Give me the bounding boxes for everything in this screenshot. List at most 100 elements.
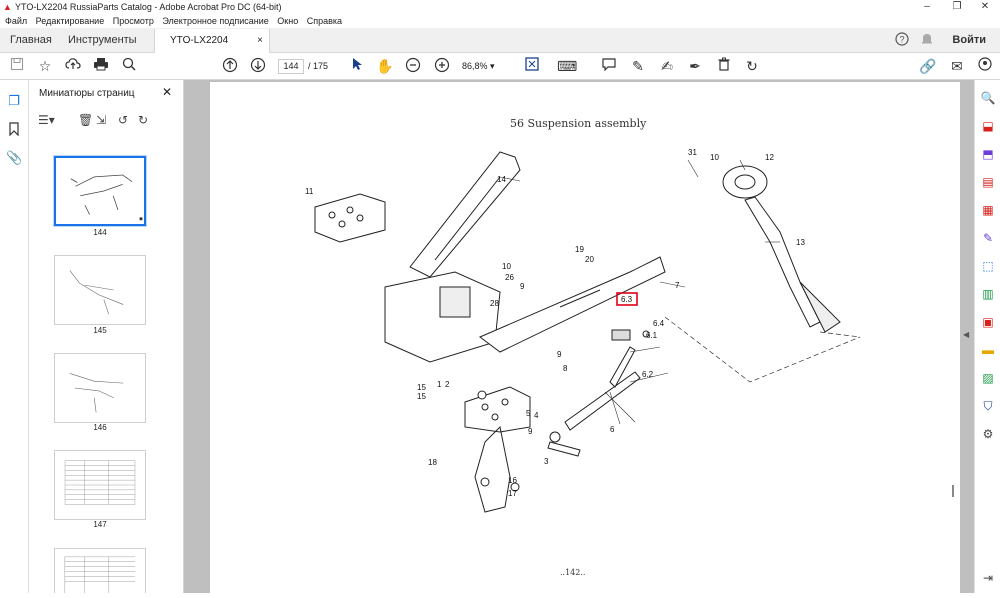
- page-footer-number: ..142..: [560, 568, 586, 577]
- select-cursor-icon[interactable]: [348, 57, 366, 75]
- login-link[interactable]: Войти: [952, 34, 986, 46]
- rotate-right-icon[interactable]: ↻: [138, 113, 148, 127]
- expand-right-panel-icon[interactable]: ◀: [963, 330, 969, 339]
- bookmark-star-icon[interactable]: ☆: [36, 57, 54, 75]
- delete-page-icon[interactable]: 🗑: [78, 113, 93, 127]
- menu-help[interactable]: Справка: [307, 16, 342, 26]
- highlight-pen-icon[interactable]: ✎: [629, 57, 647, 75]
- page-total: / 175: [308, 61, 329, 71]
- attachments-paperclip-icon[interactable]: 📎: [6, 150, 22, 166]
- draw-signature-icon[interactable]: ✍: [658, 57, 676, 75]
- restore-button[interactable]: ❐: [942, 0, 972, 14]
- page-thumbnail-144[interactable]: [54, 156, 146, 226]
- comment-right-icon[interactable]: ▬: [980, 342, 996, 358]
- upper-link-part: [409, 151, 521, 278]
- page-number-input[interactable]: 144: [278, 59, 304, 74]
- tab-home[interactable]: Главная: [10, 34, 52, 46]
- acrobat-icon: ▲: [3, 2, 12, 12]
- email-icon[interactable]: ✉: [948, 57, 966, 75]
- protect-shield-icon[interactable]: ⛉: [980, 398, 996, 414]
- keyboard-read-icon[interactable]: ⌨: [557, 57, 577, 75]
- pdf-page: 56 Suspension assembly 14 11 31 10 12 13…: [210, 82, 960, 593]
- compress-pdf-icon[interactable]: ▣: [980, 314, 996, 330]
- right-tool-strip: 🔍 ⬓ ⬒ ▤ ▦ ✎ ⬚ ▥ ▣ ▬ ▨ ⛉ ⚙ ⇥: [974, 80, 1000, 593]
- menu-edit[interactable]: Редактирование: [36, 16, 105, 26]
- callout-13: 13: [796, 238, 805, 247]
- menu-window[interactable]: Окно: [277, 16, 298, 26]
- bookmarks-icon[interactable]: [6, 122, 22, 138]
- rotate-icon[interactable]: ↻: [743, 57, 761, 75]
- thumbnail-label: 147: [93, 520, 107, 529]
- previous-page-icon[interactable]: [221, 57, 239, 75]
- zoom-value: 86,8%: [462, 61, 488, 71]
- zoom-level-dropdown[interactable]: 86,8% ▾: [462, 59, 510, 74]
- callout-17: 14: [497, 175, 506, 184]
- thumbnail-toolbar: ☰▾ 🗑 ⇲ ↺ ↻: [38, 113, 178, 131]
- fit-page-icon[interactable]: [523, 57, 541, 75]
- bracket-part: [314, 193, 386, 243]
- vertical-scrollbar[interactable]: [952, 485, 954, 497]
- callout-28: 28: [490, 299, 499, 308]
- page-thumbnail-145[interactable]: [54, 255, 146, 325]
- print-production-icon[interactable]: ▨: [980, 370, 996, 386]
- callout-3: 3: [544, 457, 549, 466]
- extract-page-icon[interactable]: ⇲: [96, 113, 106, 127]
- page-thumbnails-icon[interactable]: ❐: [6, 93, 22, 109]
- thumbnail-options-icon[interactable]: ☰▾: [38, 113, 55, 127]
- thumbnail-diagram-preview: [70, 174, 143, 221]
- tab-close-icon[interactable]: ×: [257, 29, 263, 52]
- zoom-in-icon[interactable]: [433, 57, 451, 75]
- tab-document[interactable]: YTO-LX2204 Russia... ×: [154, 29, 270, 69]
- fill-sign-icon[interactable]: ✒: [686, 57, 704, 75]
- callout-20: 20: [585, 255, 594, 264]
- menu-e-sign[interactable]: Электронное подписание: [162, 16, 268, 26]
- menu-file[interactable]: Файл: [5, 16, 27, 26]
- tab-tools[interactable]: Инструменты: [68, 34, 137, 46]
- document-viewer[interactable]: 56 Suspension assembly 14 11 31 10 12 13…: [184, 80, 974, 593]
- search-zoom-icon[interactable]: [120, 57, 138, 75]
- thumbnails-panel: Миниатюры страниц ✕ ☰▾ 🗑 ⇲ ↺ ↻ 144 145 1…: [30, 80, 184, 593]
- combine-files-icon[interactable]: ▥: [980, 286, 996, 302]
- suspension-assembly-diagram: 14 11 31 10 12 13 10 26 19 20 9 7 28 1 9…: [305, 148, 861, 513]
- edit-pdf-icon[interactable]: ▦: [980, 202, 996, 218]
- page-thumbnail-146[interactable]: [54, 353, 146, 423]
- thumbnail-label: 144: [93, 228, 107, 237]
- callout-11: 11: [305, 187, 314, 196]
- export-pdf-icon[interactable]: ⬓: [980, 118, 996, 134]
- next-page-icon[interactable]: [249, 57, 267, 75]
- callout-6-2: 6.2: [642, 370, 654, 379]
- account-icon[interactable]: [976, 57, 994, 75]
- menu-view[interactable]: Просмотр: [113, 16, 154, 26]
- zoom-out-icon[interactable]: [404, 57, 422, 75]
- comment-icon[interactable]: [600, 57, 618, 75]
- hand-tool-icon[interactable]: ✋: [376, 57, 394, 75]
- organize-pages-icon[interactable]: ▤: [980, 174, 996, 190]
- minimize-button[interactable]: –: [912, 0, 942, 14]
- main-toolbar: ☆ 144 / 175 ✋ 86,8% ▾ ⌨ ✎ ✍ ✒ ↻ 🔗 ✉: [0, 53, 1000, 80]
- close-panel-icon[interactable]: ✕: [162, 85, 172, 99]
- share-link-icon[interactable]: 🔗: [919, 57, 937, 75]
- close-window-button[interactable]: ✕: [970, 0, 1000, 14]
- callout-6-1: 6.1: [646, 331, 658, 340]
- more-tools-icon[interactable]: ⚙: [980, 426, 996, 442]
- fill-sign-right-icon[interactable]: ✎: [980, 230, 996, 246]
- help-icon[interactable]: ?: [894, 32, 910, 48]
- thumbnail-table-preview: [64, 460, 136, 505]
- print-icon[interactable]: [92, 57, 110, 75]
- collapse-tools-icon[interactable]: ⇥: [980, 570, 996, 586]
- callout-2: 2: [445, 380, 450, 389]
- rotate-left-icon[interactable]: ↺: [118, 113, 128, 127]
- upload-cloud-icon[interactable]: [64, 57, 82, 75]
- notifications-bell-icon[interactable]: [919, 32, 935, 48]
- request-signature-icon[interactable]: ⬚: [980, 258, 996, 274]
- page-thumbnail-148[interactable]: [54, 548, 146, 593]
- delete-trash-icon[interactable]: [715, 57, 733, 75]
- create-pdf-icon[interactable]: ⬒: [980, 146, 996, 162]
- callout-10b: 10: [502, 262, 511, 271]
- left-tool-strip: ❐ 📎: [0, 80, 29, 593]
- callout-18: 17: [508, 489, 517, 498]
- callout-26: 26: [505, 273, 514, 282]
- save-icon[interactable]: [8, 57, 26, 75]
- zoom-search-icon[interactable]: 🔍: [980, 90, 996, 106]
- page-thumbnail-147[interactable]: [54, 450, 146, 520]
